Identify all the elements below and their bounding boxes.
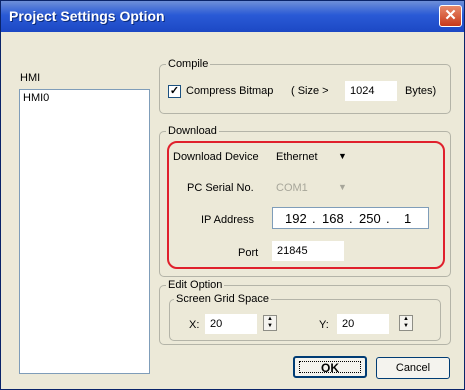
bitmap-size-input[interactable]: 1024	[345, 81, 397, 101]
port-value: 21845	[277, 245, 308, 257]
cancel-button-label: Cancel	[395, 362, 431, 374]
hmi-list[interactable]: HMI0	[19, 89, 150, 374]
ip-octet-2[interactable]: 168	[322, 211, 344, 226]
ip-dot: .	[349, 211, 353, 226]
chevron-down-icon: ▼	[338, 182, 347, 192]
compile-group-title: Compile	[166, 58, 211, 70]
compress-bitmap-label: Compress Bitmap	[186, 85, 274, 97]
hmi-list-item[interactable]: HMI0	[23, 92, 49, 104]
ip-dot: .	[386, 211, 390, 226]
download-device-label: Download Device	[173, 151, 259, 163]
grid-x-input[interactable]: 20	[205, 314, 257, 334]
ip-address-label: IP Address	[201, 214, 254, 226]
download-device-select[interactable]: Ethernet ▼	[272, 147, 358, 165]
pc-serial-select[interactable]: COM1 ▼	[272, 178, 358, 196]
port-label: Port	[238, 247, 259, 259]
grid-y-value: 20	[342, 318, 355, 330]
grid-y-spinner[interactable]: ▲ ▼	[399, 315, 413, 331]
size-prefix-label: ( Size >	[291, 85, 329, 97]
ip-octet-4[interactable]: 1	[404, 211, 411, 226]
download-device-value: Ethernet	[276, 151, 318, 163]
download-group-title: Download	[166, 125, 219, 137]
bitmap-size-value: 1024	[350, 85, 375, 97]
compress-bitmap-checkbox[interactable]: ✓	[168, 85, 181, 98]
ip-octet-1[interactable]: 192	[285, 211, 307, 226]
spin-down-icon[interactable]: ▼	[400, 323, 412, 330]
port-input[interactable]: 21845	[272, 241, 344, 261]
ip-octet-3[interactable]: 250	[359, 211, 381, 226]
pc-serial-value: COM1	[276, 182, 308, 194]
grid-y-input[interactable]: 20	[337, 314, 389, 334]
grid-y-label: Y:	[319, 319, 329, 331]
chevron-down-icon: ▼	[338, 151, 347, 161]
ip-dot: .	[312, 211, 316, 226]
size-suffix-label: Bytes)	[405, 85, 437, 97]
close-button[interactable]: ✕	[439, 5, 462, 27]
cancel-button[interactable]: Cancel	[376, 357, 450, 379]
ip-address-input[interactable]: 192 . 168 . 250 . 1	[272, 207, 429, 229]
pc-serial-label: PC Serial No.	[187, 182, 254, 194]
focus-rect	[299, 361, 361, 373]
grid-x-label: X:	[189, 319, 200, 331]
hmi-label: HMI	[20, 72, 41, 84]
screen-grid-title: Screen Grid Space	[174, 293, 271, 305]
title-bar[interactable]: Project Settings Option ✕	[1, 1, 464, 32]
project-settings-dialog: Project Settings Option ✕ HMI HMI0 Compi…	[0, 0, 465, 390]
spin-up-icon[interactable]: ▲	[400, 316, 412, 323]
edit-option-group-title: Edit Option	[166, 279, 225, 291]
dialog-title: Project Settings Option	[9, 8, 165, 24]
spin-down-icon[interactable]: ▼	[264, 323, 276, 330]
close-icon: ✕	[444, 7, 457, 24]
grid-x-value: 20	[210, 318, 223, 330]
ok-button[interactable]: OK	[293, 356, 367, 378]
check-icon: ✓	[169, 85, 180, 97]
grid-x-spinner[interactable]: ▲ ▼	[263, 315, 277, 331]
spin-up-icon[interactable]: ▲	[264, 316, 276, 323]
